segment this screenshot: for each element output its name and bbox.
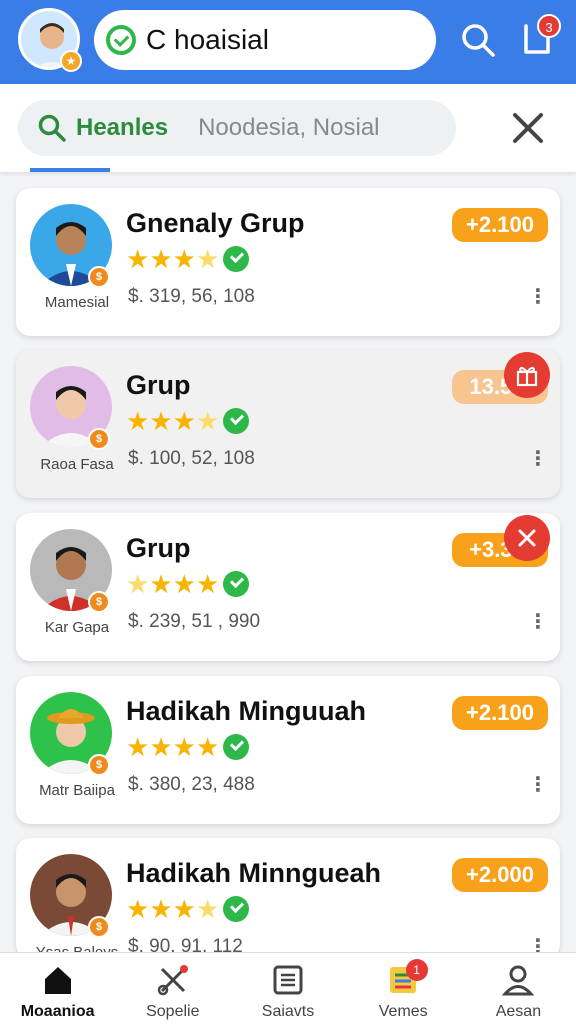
currency-badge: $ (88, 754, 110, 776)
search-icon (38, 114, 66, 142)
card-amount: $. 380, 23, 488 (128, 774, 255, 795)
verified-icon (223, 734, 250, 760)
person-icon (502, 965, 535, 996)
rating-stars: ★ ★ ★ ★ (126, 894, 250, 924)
search-category-label[interactable]: Heanles (76, 114, 168, 142)
nav-item-home[interactable]: Moaanioa (0, 953, 115, 1024)
star-icon: ★ (126, 406, 150, 436)
gift-icon (516, 366, 538, 387)
tools-icon (157, 965, 188, 996)
star-icon: ★ (126, 894, 150, 924)
gift-action-button[interactable] (504, 352, 550, 398)
rating-stars: ★ ★ ★ ★ (126, 406, 250, 436)
star-icon: ★ (149, 244, 173, 274)
notification-badge: 1 (405, 959, 428, 981)
nav-item-list[interactable]: 1 Vemes (346, 953, 461, 1024)
nav-label: Moaanioa (20, 1003, 95, 1020)
verified-icon (223, 246, 250, 272)
nav-label: Aesan (495, 1003, 542, 1020)
nav-label: Saiavts (261, 1003, 315, 1020)
star-icon: ★ (195, 732, 220, 762)
more-options-icon[interactable]: ⋮ (528, 446, 548, 471)
star-icon: ★ (126, 732, 150, 762)
close-icon[interactable] (510, 110, 546, 146)
group-card[interactable]: $ Ysas Baleys Hadikah Minngueah ★ ★ ★ ★ … (16, 838, 560, 958)
app-title: C hoaisial (146, 24, 269, 55)
document-icon (273, 965, 303, 995)
price-badge[interactable]: +2.100 (452, 208, 548, 242)
more-options-icon[interactable]: ⋮ (528, 609, 548, 634)
profile-avatar[interactable]: ★ (18, 8, 82, 72)
star-icon: ★ (195, 406, 220, 436)
verified-icon (223, 896, 250, 922)
rating-stars: ★ ★ ★ ★ (126, 732, 250, 762)
nav-item-tools[interactable]: Sopelie (115, 953, 230, 1024)
active-tab-indicator (30, 168, 110, 172)
currency-badge: $ (88, 428, 110, 450)
top-bar: ★ C hoaisial 3 (0, 0, 576, 84)
more-options-icon[interactable]: ⋮ (528, 772, 548, 797)
bottom-navigation: Moaanioa Sopelie Saiavts 1 Vemes Aesan (0, 952, 576, 1024)
currency-badge: $ (88, 591, 110, 613)
card-title: Gnenaly Grup (126, 208, 305, 238)
search-icon[interactable] (460, 22, 496, 58)
group-card[interactable]: $ Kar Gapa Grup ★ ★ ★ ★ $. 239, 51 , 990… (16, 513, 560, 661)
more-options-icon[interactable]: ⋮ (528, 284, 548, 309)
group-card[interactable]: $ Matr Baiipa Hadikah Minguuah ★ ★ ★ ★ $… (16, 676, 560, 824)
card-title: Hadikah Minguuah (126, 696, 367, 726)
card-username: Kar Gapa (44, 619, 110, 636)
card-amount: $. 319, 56, 108 (128, 286, 255, 307)
verified-icon (223, 408, 250, 434)
card-amount: $. 239, 51 , 990 (128, 611, 261, 632)
star-icon: ★ (172, 894, 196, 924)
card-username: Raoa Fasa (40, 456, 114, 473)
card-username: Mamesial (44, 294, 110, 311)
star-icon: ★ (172, 569, 196, 599)
card-title: Grup (126, 370, 191, 400)
card-title: Hadikah Minngueah (126, 858, 382, 888)
price-badge[interactable]: +2.000 (452, 858, 548, 892)
home-icon (44, 967, 71, 994)
rating-stars: ★ ★ ★ ★ (126, 244, 250, 274)
star-icon: ★ (149, 894, 173, 924)
check-logo-icon (106, 25, 136, 55)
star-icon: ★ (195, 894, 220, 924)
app-title-pill[interactable]: C hoaisial (94, 10, 436, 70)
search-input[interactable] (198, 114, 419, 142)
star-icon: ★ (126, 569, 150, 599)
star-icon: ★ (172, 406, 196, 436)
nav-label: Sopelie (146, 1003, 200, 1020)
card-title: Grup (126, 533, 191, 563)
star-icon: ★ (149, 406, 173, 436)
group-card[interactable]: $ Raoa Fasa Grup ★ ★ ★ ★ $. 100, 52, 108… (16, 350, 560, 498)
card-amount: $. 100, 52, 108 (128, 448, 255, 469)
currency-badge: $ (88, 266, 110, 288)
group-card[interactable]: $ Mamesial Gnenaly Grup ★ ★ ★ ★ $. 319, … (16, 188, 560, 336)
star-icon: ★ (195, 244, 220, 274)
price-badge[interactable]: +2.100 (452, 696, 548, 730)
cart-count-badge: 3 (537, 14, 561, 38)
rating-stars: ★ ★ ★ ★ (126, 569, 250, 599)
currency-badge: $ (88, 916, 110, 938)
nav-label: Vemes (378, 1003, 428, 1020)
star-icon: ★ (172, 732, 196, 762)
close-icon (518, 529, 536, 547)
nav-item-documents[interactable]: Saiavts (230, 953, 345, 1024)
verified-icon (223, 571, 250, 597)
star-icon: ★ (126, 244, 150, 274)
star-icon: ★ (172, 244, 196, 274)
nav-item-profile[interactable]: Aesan (461, 953, 576, 1024)
search-panel: Heanles (0, 84, 576, 172)
remove-button[interactable] (504, 515, 550, 561)
search-bar[interactable]: Heanles (18, 100, 456, 156)
profile-badge: ★ (60, 50, 82, 72)
star-icon: ★ (149, 569, 173, 599)
star-icon: ★ (149, 732, 173, 762)
star-icon: ★ (195, 569, 220, 599)
card-username: Matr Baiipa (39, 782, 115, 799)
